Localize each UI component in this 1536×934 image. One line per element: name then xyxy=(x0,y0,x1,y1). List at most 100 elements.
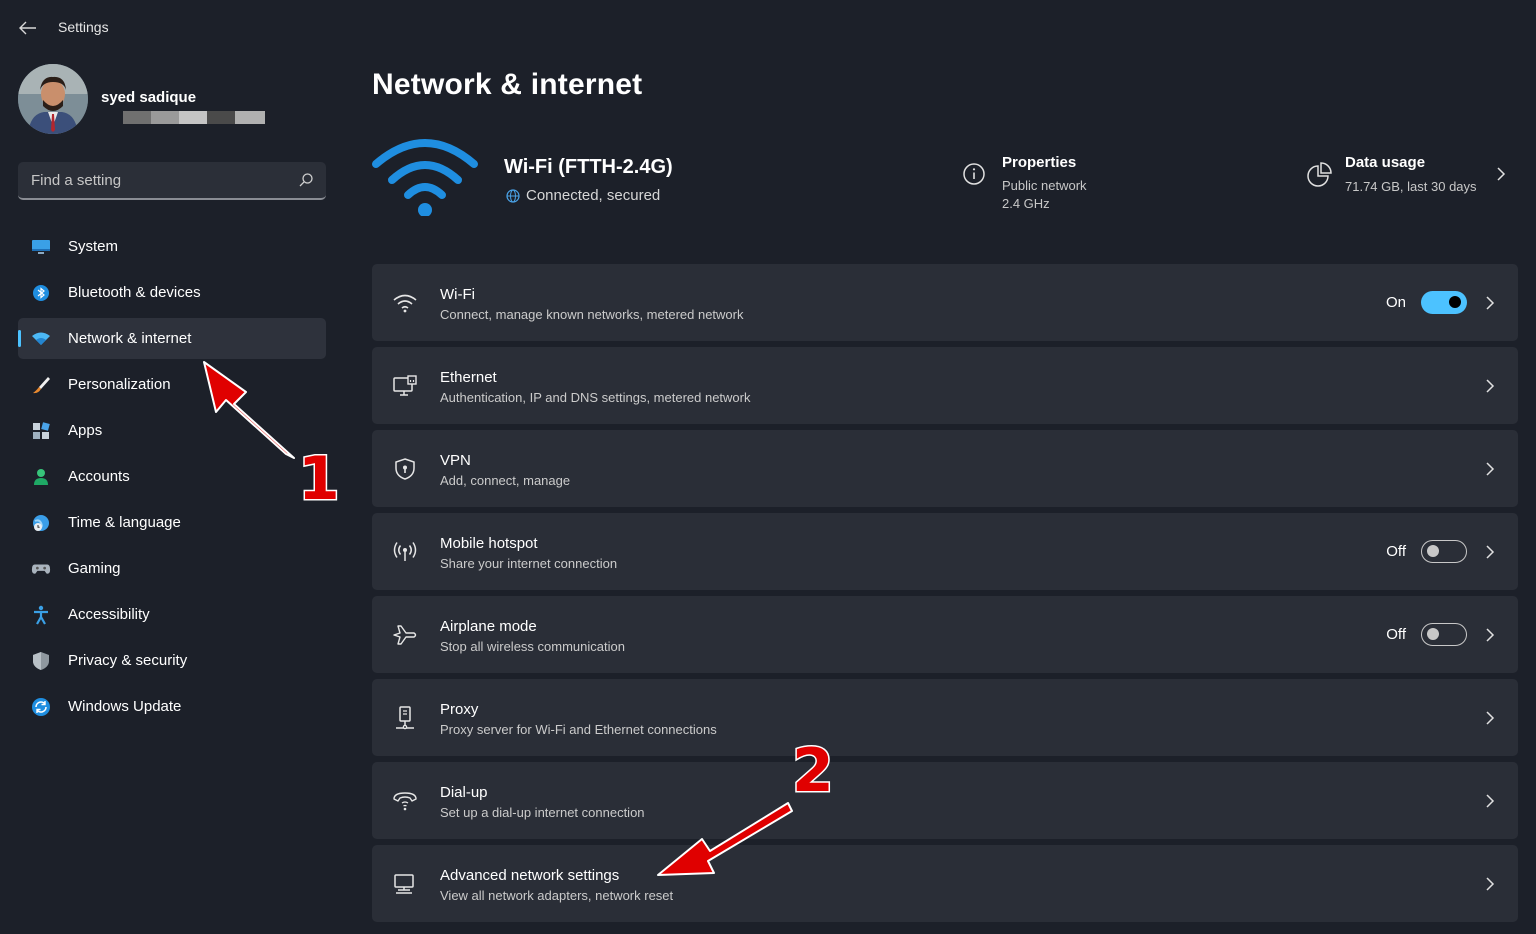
row-subtitle: Share your internet connection xyxy=(440,556,618,571)
ethernet-row[interactable]: Ethernet Authentication, IP and DNS sett… xyxy=(372,347,1518,424)
wifi-large-icon xyxy=(372,139,478,216)
sidebar-item-label: System xyxy=(68,238,119,255)
sidebar-item-apps[interactable]: Apps xyxy=(18,410,326,451)
airplane-mode-toggle[interactable] xyxy=(1421,623,1467,646)
vpn-shield-icon xyxy=(392,456,418,482)
chevron-right-icon xyxy=(1486,379,1495,393)
sidebar-item-accessibility[interactable]: Accessibility xyxy=(18,594,326,635)
connection-status: Connected, secured xyxy=(506,187,660,204)
row-title: Dial-up xyxy=(440,784,488,801)
advanced-network-settings-row[interactable]: Advanced network settings View all netwo… xyxy=(372,845,1518,922)
data-usage-link[interactable]: Data usage 71.74 GB, last 30 days xyxy=(1306,154,1518,204)
mobile-hotspot-toggle[interactable] xyxy=(1421,540,1467,563)
settings-list: Wi-Fi Connect, manage known networks, me… xyxy=(372,264,1518,928)
toggle-state-label: Off xyxy=(1386,626,1406,643)
search-icon[interactable] xyxy=(298,172,314,188)
back-button[interactable] xyxy=(14,16,42,40)
sidebar-item-label: Time & language xyxy=(68,514,181,531)
toggle-state-label: On xyxy=(1385,294,1406,311)
row-title: VPN xyxy=(440,452,471,469)
connection-status-text: Connected, secured xyxy=(526,187,661,204)
vpn-row[interactable]: VPN Add, connect, manage xyxy=(372,430,1518,507)
monitor-icon xyxy=(31,237,51,257)
proxy-icon xyxy=(392,705,418,731)
sidebar-item-system[interactable]: System xyxy=(18,226,326,267)
sidebar-item-personalization[interactable]: Personalization xyxy=(18,364,326,405)
row-subtitle: Connect, manage known networks, metered … xyxy=(440,307,744,322)
user-profile[interactable]: syed sadique xyxy=(18,64,328,134)
globe-clock-icon xyxy=(31,513,51,533)
row-subtitle: View all network adapters, network reset xyxy=(440,888,674,903)
back-arrow-icon xyxy=(19,21,36,35)
update-icon xyxy=(31,697,51,717)
search-input[interactable] xyxy=(18,162,288,198)
page-title: Network & internet xyxy=(372,68,643,101)
pie-chart-icon xyxy=(1307,162,1332,187)
mobile-hotspot-row[interactable]: Mobile hotspot Share your internet conne… xyxy=(372,513,1518,590)
sidebar-item-privacy[interactable]: Privacy & security xyxy=(18,640,326,681)
info-icon xyxy=(963,163,985,185)
row-subtitle: Set up a dial-up internet connection xyxy=(440,805,645,820)
apps-icon xyxy=(31,421,51,441)
sidebar-item-label: Windows Update xyxy=(68,698,182,715)
controller-icon xyxy=(31,559,51,579)
annotation-label-2: 2 xyxy=(791,735,836,808)
wifi-row[interactable]: Wi-Fi Connect, manage known networks, me… xyxy=(372,264,1518,341)
user-email-redacted xyxy=(123,111,265,124)
hotspot-icon xyxy=(392,539,418,565)
avatar xyxy=(18,64,88,134)
shield-icon xyxy=(31,651,51,671)
ethernet-icon xyxy=(392,373,418,399)
chevron-right-icon xyxy=(1486,794,1495,808)
sidebar-item-accounts[interactable]: Accounts xyxy=(18,456,326,497)
data-usage-amount: 71.74 GB, last 30 days xyxy=(1345,179,1477,194)
dialup-icon xyxy=(392,788,418,814)
sidebar-item-bluetooth[interactable]: Bluetooth & devices xyxy=(18,272,326,313)
wifi-icon xyxy=(31,329,51,349)
chevron-right-icon xyxy=(1486,711,1495,725)
window-title: Settings xyxy=(58,19,109,35)
connection-header: Wi-Fi (FTTH-2.4G) Connected, secured Pro… xyxy=(372,130,1518,230)
chevron-right-icon xyxy=(1486,462,1495,476)
annotation-label-1: 1 xyxy=(297,443,342,516)
proxy-row[interactable]: Proxy Proxy server for Wi-Fi and Etherne… xyxy=(372,679,1518,756)
airplane-mode-row[interactable]: Airplane mode Stop all wireless communic… xyxy=(372,596,1518,673)
properties-link[interactable]: Properties Public network 2.4 GHz xyxy=(962,154,1162,224)
network-profile: Public network xyxy=(1002,178,1087,193)
toggle-state-label: Off xyxy=(1386,543,1406,560)
row-subtitle: Add, connect, manage xyxy=(440,473,571,488)
row-subtitle: Authentication, IP and DNS settings, met… xyxy=(440,390,751,405)
sidebar-item-network[interactable]: Network & internet xyxy=(18,318,326,359)
row-subtitle: Stop all wireless communication xyxy=(440,639,625,654)
search-box xyxy=(18,162,326,200)
sidebar-item-label: Personalization xyxy=(68,376,171,393)
sidebar-item-label: Accounts xyxy=(68,468,130,485)
globe-icon xyxy=(506,188,520,203)
sidebar-item-time-language[interactable]: Time & language xyxy=(18,502,326,543)
sidebar: syed sadique System Bluetooth & devices … xyxy=(0,56,340,934)
sidebar-nav: System Bluetooth & devices Network & int… xyxy=(18,226,326,732)
chevron-right-icon xyxy=(1486,296,1495,310)
row-title: Mobile hotspot xyxy=(440,535,538,552)
network-band: 2.4 GHz xyxy=(1002,196,1050,211)
user-name: syed sadique xyxy=(101,89,197,106)
row-title: Wi-Fi xyxy=(440,286,475,303)
row-title: Proxy xyxy=(440,701,479,718)
chevron-right-icon xyxy=(1486,628,1495,642)
row-title: Advanced network settings xyxy=(440,867,620,884)
row-title: Airplane mode xyxy=(440,618,537,635)
dial-up-row[interactable]: Dial-up Set up a dial-up internet connec… xyxy=(372,762,1518,839)
row-subtitle: Proxy server for Wi-Fi and Ethernet conn… xyxy=(440,722,717,737)
sidebar-item-label: Gaming xyxy=(68,560,121,577)
sidebar-item-label: Privacy & security xyxy=(68,652,188,669)
sidebar-item-label: Network & internet xyxy=(68,330,192,347)
data-usage-title: Data usage xyxy=(1345,154,1426,171)
sidebar-item-windows-update[interactable]: Windows Update xyxy=(18,686,326,727)
wifi-toggle[interactable] xyxy=(1421,291,1467,314)
connection-name: Wi-Fi (FTTH-2.4G) xyxy=(504,156,673,178)
bluetooth-icon xyxy=(31,283,51,303)
brush-icon xyxy=(31,375,51,395)
chevron-right-icon xyxy=(1486,545,1495,559)
sidebar-item-gaming[interactable]: Gaming xyxy=(18,548,326,589)
properties-title: Properties xyxy=(1002,154,1077,171)
